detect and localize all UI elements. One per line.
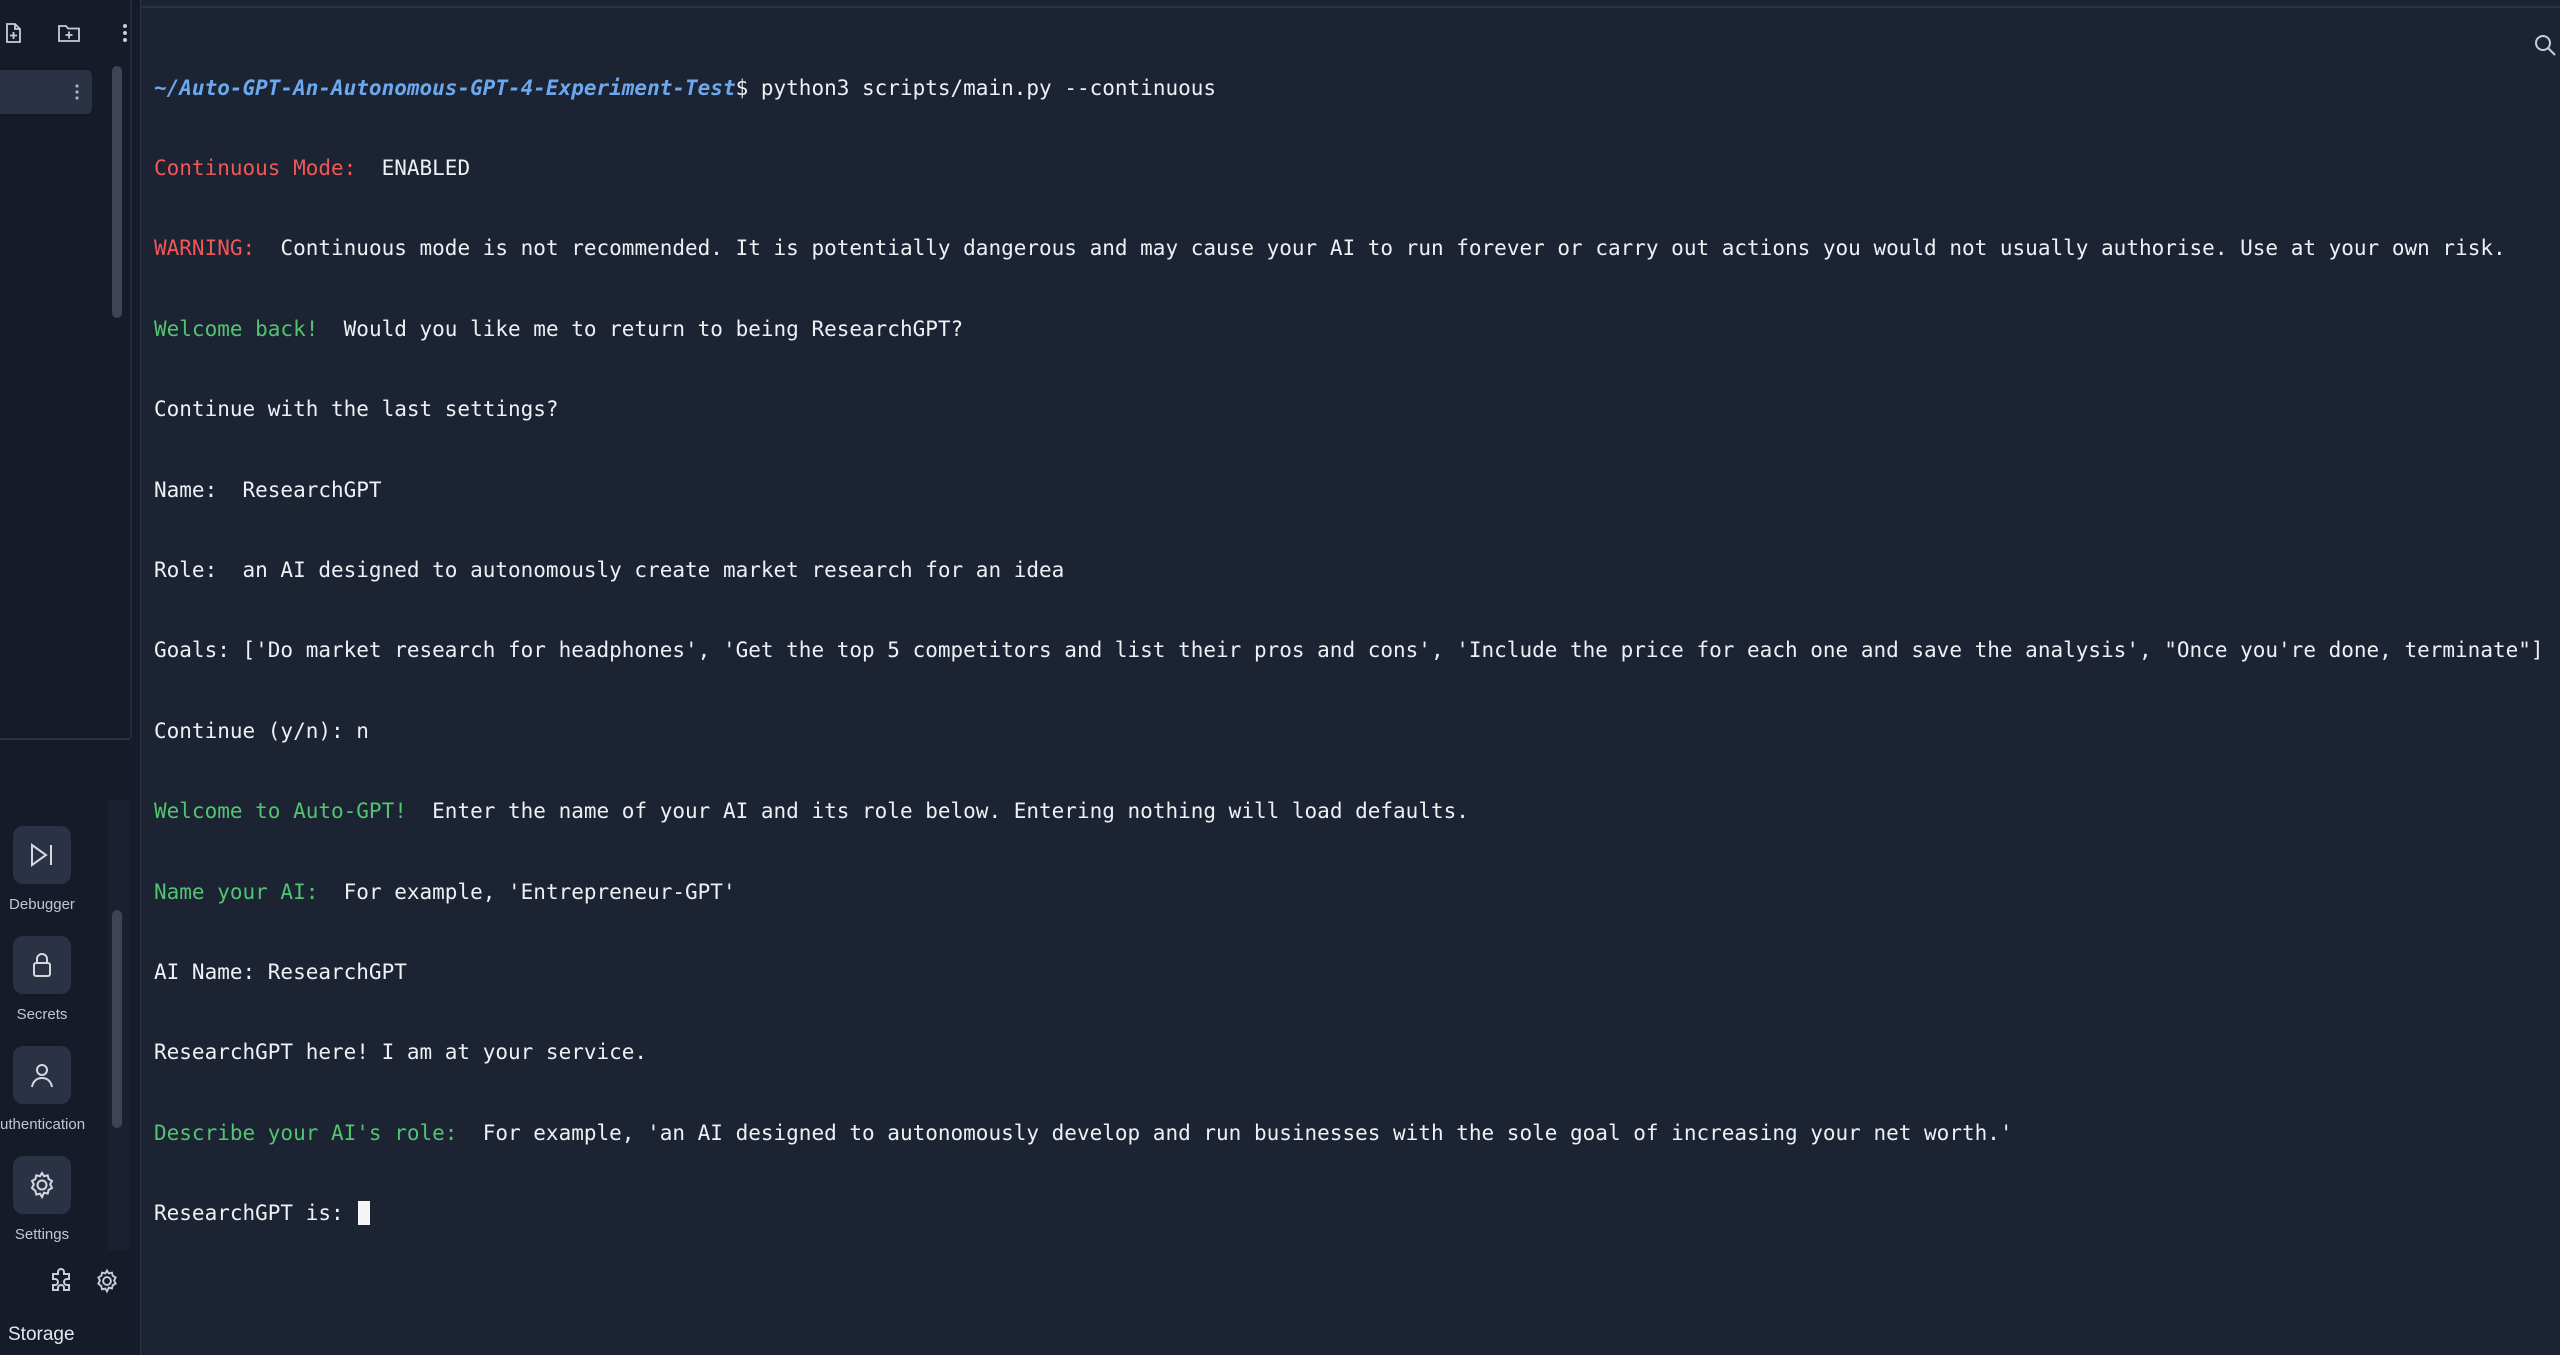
tool-label-authentication: uthentication bbox=[0, 1116, 86, 1133]
continuous-mode-line: Continuous Mode: ENABLED bbox=[154, 155, 2544, 182]
continuous-mode-label: Continuous Mode: bbox=[154, 155, 369, 180]
new-file-icon[interactable] bbox=[0, 20, 26, 46]
terminal-output: ~/Auto-GPT-An-Autonomous-GPT-4-Experimen… bbox=[154, 21, 2544, 1280]
warning-line: WARNING: Continuous mode is not recommen… bbox=[154, 235, 2544, 262]
describe-role-label: Describe your AI's role: bbox=[154, 1120, 471, 1145]
lock-icon bbox=[13, 936, 71, 994]
welcome-back-label: Welcome back! bbox=[154, 316, 332, 341]
name-ai-label: Name your AI: bbox=[154, 879, 332, 904]
describe-role-text: For example, 'an AI designed to autonomo… bbox=[470, 1120, 2013, 1145]
tool-label-settings: Settings bbox=[14, 1226, 70, 1243]
name-line: Name: ResearchGPT bbox=[154, 477, 382, 502]
input-prompt: ResearchGPT is: bbox=[154, 1201, 357, 1226]
sidebar: Debugger Secrets uthentication Settings bbox=[0, 0, 141, 1355]
welcome-text: Enter the name of your AI and its role b… bbox=[419, 799, 1469, 824]
file-menu-icon[interactable] bbox=[74, 82, 80, 107]
warning-label: WARNING: bbox=[154, 236, 268, 261]
debugger-icon bbox=[13, 826, 71, 884]
command-line: ~/Auto-GPT-An-Autonomous-GPT-4-Experimen… bbox=[154, 75, 2544, 102]
command-text: $ python3 scripts/main.py --continuous bbox=[735, 75, 1217, 100]
text-cursor[interactable] bbox=[358, 1201, 371, 1226]
workspace-settings-icon[interactable] bbox=[92, 1266, 122, 1296]
file-tree-scrollbar[interactable] bbox=[112, 66, 122, 318]
more-options-icon[interactable] bbox=[112, 20, 138, 46]
continue-last-line: Continue with the last settings? bbox=[154, 397, 559, 422]
ai-name-line: AI Name: ResearchGPT bbox=[154, 959, 407, 984]
panel-divider bbox=[130, 0, 132, 738]
tool-debugger[interactable]: Debugger bbox=[0, 826, 84, 913]
role-line: Role: an AI designed to autonomously cre… bbox=[154, 557, 1065, 582]
service-line: ResearchGPT here! I am at your service. bbox=[154, 1040, 648, 1065]
welcome-back-line: Welcome back! Would you like me to retur… bbox=[154, 316, 2544, 343]
tool-label-secrets: Secrets bbox=[16, 1006, 68, 1023]
user-icon bbox=[13, 1046, 71, 1104]
tool-label-debugger: Debugger bbox=[9, 896, 75, 913]
tool-secrets[interactable]: Secrets bbox=[0, 936, 84, 1023]
welcome-label: Welcome to Auto-GPT! bbox=[154, 799, 420, 824]
describe-role-line: Describe your AI's role: For example, 'a… bbox=[154, 1120, 2544, 1147]
input-line[interactable]: ResearchGPT is: bbox=[154, 1200, 2544, 1227]
tool-authentication[interactable]: uthentication bbox=[0, 1046, 86, 1133]
continuous-mode-value: ENABLED bbox=[368, 155, 471, 180]
terminal-top-border bbox=[141, 6, 2560, 8]
name-ai-line: Name your AI: For example, 'Entrepreneur… bbox=[154, 879, 2544, 906]
continue-prompt-line: Continue (y/n): n bbox=[154, 718, 369, 743]
tool-settings[interactable]: Settings bbox=[0, 1156, 84, 1243]
welcome-back-text: Would you like me to return to being Res… bbox=[331, 316, 964, 341]
extensions-icon[interactable] bbox=[46, 1266, 76, 1296]
gear-icon bbox=[13, 1156, 71, 1214]
welcome-line: Welcome to Auto-GPT! Enter the name of y… bbox=[154, 798, 2544, 825]
tools-scrollbar[interactable] bbox=[112, 910, 122, 1128]
new-folder-icon[interactable] bbox=[56, 20, 82, 46]
goals-line: Goals: ['Do market research for headphon… bbox=[154, 638, 2544, 663]
sidebar-separator bbox=[0, 738, 130, 740]
sidebar-bottom-toolbar bbox=[46, 1266, 138, 1296]
terminal-panel[interactable]: ~/Auto-GPT-An-Autonomous-GPT-4-Experimen… bbox=[141, 0, 2560, 1355]
prompt-path: ~/Auto-GPT-An-Autonomous-GPT-4-Experimen… bbox=[154, 75, 736, 100]
name-ai-text: For example, 'Entrepreneur-GPT' bbox=[331, 879, 736, 904]
selected-file-row[interactable] bbox=[0, 70, 92, 114]
warning-text: Continuous mode is not recommended. It i… bbox=[267, 236, 2506, 261]
storage-label[interactable]: Storage bbox=[8, 1324, 75, 1346]
